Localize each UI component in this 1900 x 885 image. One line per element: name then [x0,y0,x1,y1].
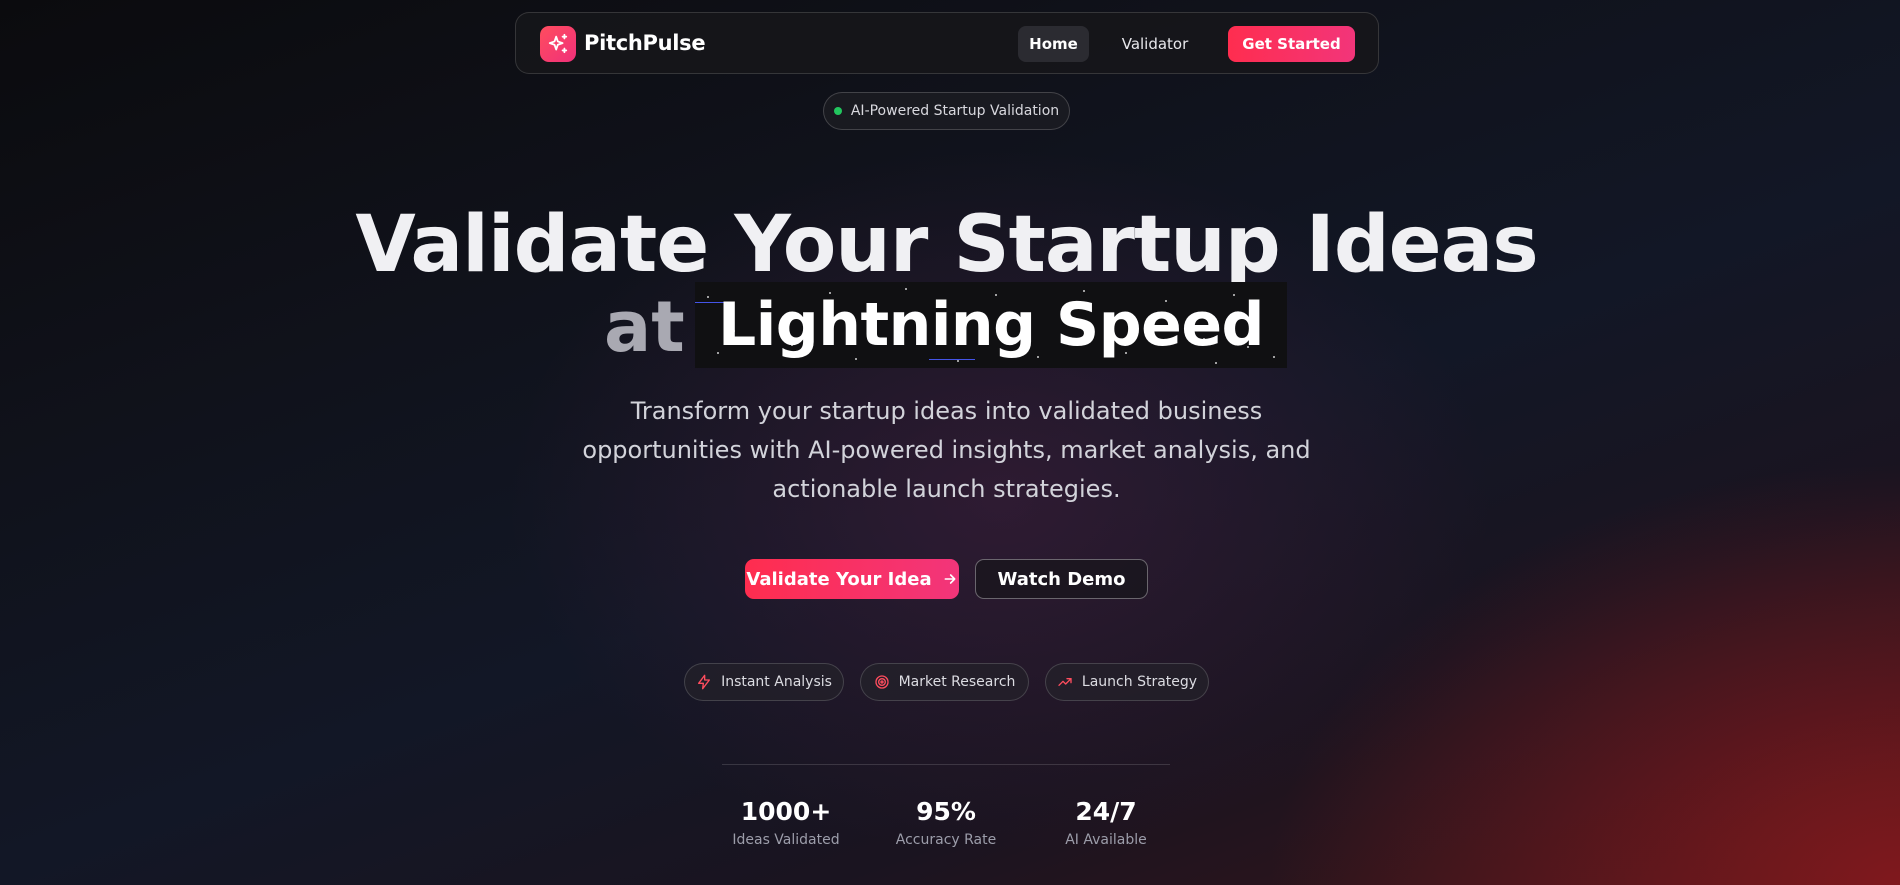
stats-divider [722,764,1170,765]
nav-link-home[interactable]: Home [1018,26,1089,62]
hero-title: Validate Your Startup Ideas [355,200,1538,290]
validate-idea-label: Validate Your Idea [746,568,932,590]
hero-subtitle: Transform your startup ideas into valida… [582,397,1311,503]
watch-demo-button[interactable]: Watch Demo [975,559,1148,599]
brand-name[interactable]: PitchPulse [584,31,706,55]
navbar: PitchPulse Home Validator Get Started [515,12,1379,74]
feature-label: Instant Analysis [721,674,832,690]
trending-up-icon [1058,678,1072,686]
stat-ideas-validated: 1000+ Ideas Validated [706,795,866,848]
stat-value: 24/7 [1075,797,1137,826]
feature-launch-strategy: Launch Strategy [1045,663,1209,701]
stat-label: Accuracy Rate [895,832,997,848]
validate-idea-button[interactable]: Validate Your Idea [745,559,959,599]
get-started-button[interactable]: Get Started [1228,26,1355,62]
stat-accuracy-rate: 95% Accuracy Rate [866,795,1026,848]
hero-title-highlight: Lightning Speed [718,290,1264,360]
stat-value: 1000+ [740,797,832,826]
stat-value: 95% [916,797,976,826]
hero-title-at: at [604,286,685,368]
sparkles-icon [548,33,568,54]
stat-ai-available: 24/7 AI Available [1026,795,1186,848]
feature-label: Market Research [898,674,1016,690]
feature-instant-analysis: Instant Analysis [684,663,844,701]
arrow-right-icon [944,574,956,584]
hero-title-highlight-box: Lightning Speed [695,282,1287,368]
status-dot-icon [833,107,842,115]
ai-badge: AI-Powered Startup Validation [823,92,1070,130]
feature-label: Launch Strategy [1081,674,1198,690]
stat-label: Ideas Validated [732,832,840,848]
feature-market-research: Market Research [860,663,1029,701]
zap-icon [698,674,711,690]
badge-label: AI-Powered Startup Validation [850,103,1060,119]
logo[interactable] [540,26,576,62]
stat-label: AI Available [1065,832,1147,848]
target-icon [874,675,889,689]
nav-link-validator[interactable]: Validator [1110,26,1200,62]
